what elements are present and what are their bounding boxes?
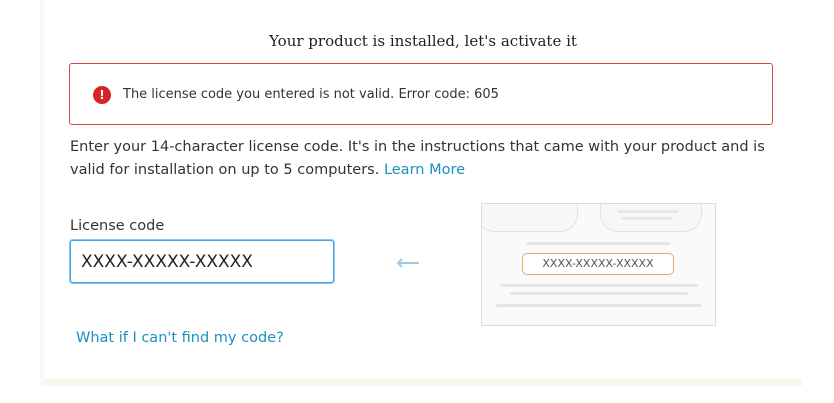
instructions-text: Enter your 14-character license code. It… <box>70 136 790 182</box>
arrow-left-icon <box>396 258 419 268</box>
license-code-label: License code <box>70 218 165 234</box>
cant-find-code-link[interactable]: What if I can't find my code? <box>76 330 284 346</box>
sample-line <box>618 210 678 213</box>
sample-license-code: XXXX-XXXXX-XXXXX <box>522 253 674 275</box>
page-title: Your product is installed, let's activat… <box>269 32 577 50</box>
error-message: The license code you entered is not vali… <box>123 87 499 102</box>
sample-line <box>526 242 670 245</box>
sample-bubble-left <box>482 204 578 232</box>
sample-line <box>510 292 688 295</box>
sample-line <box>496 304 702 307</box>
exclamation-circle-icon: ! <box>93 86 111 104</box>
sample-line <box>622 217 672 220</box>
error-alert: ! The license code you entered is not va… <box>69 63 773 125</box>
sample-line <box>500 284 698 287</box>
learn-more-link[interactable]: Learn More <box>384 162 465 178</box>
license-code-input[interactable] <box>70 240 334 283</box>
panel-bottom-edge <box>44 378 802 386</box>
license-sample-image: XXXX-XXXXX-XXXXX <box>481 203 716 326</box>
